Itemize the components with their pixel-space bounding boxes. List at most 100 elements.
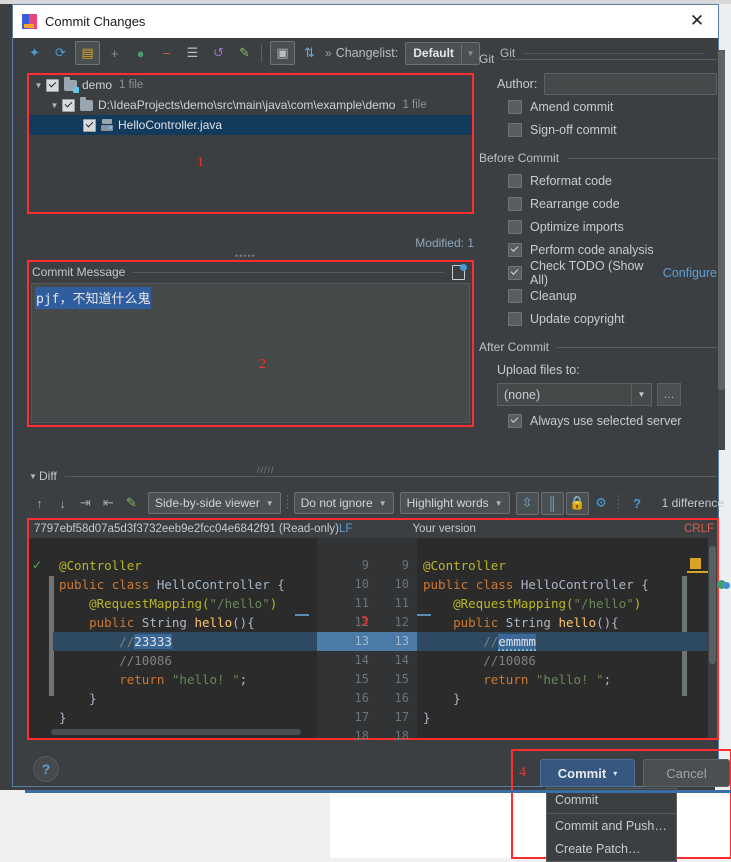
code-line: } [53,708,317,727]
update-copyright-checkbox[interactable] [508,311,522,326]
author-field[interactable] [544,72,717,95]
viewer-mode-combo[interactable]: Side-by-side viewer ▼ [148,492,281,514]
group-by-icon[interactable]: ☰ [181,42,204,64]
diff-left-pane[interactable]: ✓ @Controller public class HelloControlle… [29,538,317,738]
add-changelist-icon[interactable]: + [103,42,126,64]
menu-separator [547,813,676,814]
perform-analysis-checkbox[interactable] [508,242,522,257]
upload-server-combo[interactable]: (none) ▼ [497,383,652,406]
reformat-code-row[interactable]: Reformat code [479,169,717,192]
always-use-server-checkbox[interactable] [508,413,522,428]
after-commit-section-header: After Commit [479,340,717,354]
read-only-lock-icon[interactable]: 🔒 [565,491,589,515]
right-version-label: Your version [412,523,476,535]
changed-files-tree[interactable]: ▼ demo 1 file ▼ D:\IdeaProjects\demo\src… [27,73,474,214]
synchronize-scroll-icon[interactable]: ║ [540,491,564,515]
next-difference-icon[interactable]: ↓ [52,493,73,514]
right-line-separator[interactable]: CRLF [684,523,714,535]
cancel-button[interactable]: Cancel [643,759,730,787]
splitter-handle[interactable]: ••••• [235,251,275,261]
file-checkbox[interactable] [46,78,59,92]
options-scrollbar[interactable] [718,50,725,450]
previous-difference-icon[interactable]: ↑ [29,493,50,514]
help-icon[interactable]: ? [627,493,648,514]
configure-link[interactable]: Configure [663,266,717,280]
rollback-icon[interactable]: ⟳ [49,42,72,64]
code-token: public [89,615,142,630]
code-token: return [483,672,536,687]
code-token: String [505,615,559,630]
file-checkbox[interactable] [62,98,75,112]
expand-triangle-icon[interactable]: ▼ [49,101,60,110]
diff-right-pane[interactable]: @Controller public class HelloController … [417,538,717,738]
tree-row[interactable]: ▼ demo 1 file [29,75,472,95]
accept-left-icon[interactable]: ⇥ [75,493,96,514]
commit-history-icon[interactable] [452,264,467,280]
always-use-server-row[interactable]: Always use selected server [479,409,717,432]
code-line: return "hello! "; [417,670,717,689]
optimize-imports-label: Optimize imports [530,219,624,234]
close-icon[interactable]: ✕ [684,9,710,33]
toolbar-overflow-icon[interactable]: » [325,46,332,60]
amend-commit-row[interactable]: Amend commit [479,95,717,118]
signoff-commit-checkbox[interactable] [508,122,522,137]
tree-row[interactable]: HelloController.java [29,115,472,135]
cleanup-row[interactable]: Cleanup [479,284,717,307]
section-rule [567,157,717,159]
cleanup-checkbox[interactable] [508,288,522,303]
upload-files-row: Upload files to: [479,358,717,381]
help-button[interactable]: ? [33,756,59,782]
dialog-title: Commit Changes [45,14,146,29]
diff-toolbar: ↑ ↓ ⇥ ⇤ ✎ Side-by-side viewer ▼ Do not i… [27,490,727,516]
update-copyright-row[interactable]: Update copyright [479,307,717,330]
show-diff-icon[interactable]: ▤ [75,41,100,65]
highlight-mode-combo[interactable]: Highlight words ▼ [399,492,510,514]
reformat-code-checkbox[interactable] [508,173,522,188]
tree-row[interactable]: ▼ D:\IdeaProjects\demo\src\main\java\com… [29,95,472,115]
amend-commit-checkbox[interactable] [508,99,522,114]
edit-source-icon[interactable]: ✎ [121,493,142,514]
code-token: 23333 [134,634,172,649]
commit-dropdown-menu: Commit Commit and Push… Create Patch… [546,788,677,862]
expand-triangle-icon[interactable]: ▼ [33,81,44,90]
delete-changelist-icon[interactable]: − [155,42,178,64]
move-to-changelist-icon[interactable]: ● [129,42,152,64]
code-line: public String hello(){ [53,613,317,632]
upload-files-label: Upload files to: [497,362,580,377]
signoff-commit-row[interactable]: Sign-off commit [479,118,717,141]
check-todo-row[interactable]: Check TODO (Show All) Configure [479,259,717,287]
ignore-policy-combo[interactable]: Do not ignore ▼ [293,492,394,514]
left-horizontal-scrollbar[interactable] [51,729,301,735]
code-token: "/hello" [209,596,270,611]
right-line-number: 16 [394,691,409,705]
commit-message-input[interactable]: pjf，不知道什么鬼 [31,283,470,423]
rearrange-code-checkbox[interactable] [508,196,522,211]
gutter-row: 99 [317,556,417,575]
chevron-down-icon: ▼ [265,498,274,508]
collapse-triangle-icon[interactable]: ▼ [27,472,39,481]
optimize-imports-row[interactable]: Optimize imports [479,215,717,238]
menu-item-commit-and-push[interactable]: Commit and Push… [547,815,676,838]
diff-vertical-scrollbar[interactable] [708,538,717,738]
revert-icon[interactable]: ↺ [207,42,230,64]
collapse-unchanged-icon[interactable]: ⇳ [515,491,539,515]
expand-all-icon[interactable]: ⇅ [298,42,321,64]
edit-source-icon[interactable]: ✎ [233,42,256,64]
commit-button[interactable]: Commit ▾ [540,759,635,787]
browse-server-button[interactable]: … [657,383,681,406]
rearrange-code-row[interactable]: Rearrange code [479,192,717,215]
optimize-imports-checkbox[interactable] [508,219,522,234]
update-copyright-label: Update copyright [530,311,625,326]
preview-diff-icon[interactable]: ▣ [270,41,295,65]
changelist-combo[interactable]: Default ▼ [405,41,480,65]
tree-item-label: D:\IdeaProjects\demo\src\main\java\com\e… [98,98,396,112]
accept-right-icon[interactable]: ⇤ [98,493,119,514]
file-checkbox[interactable] [83,118,96,132]
check-todo-checkbox[interactable] [508,265,522,280]
settings-gear-icon[interactable]: ⚙ [591,493,612,514]
diff-section-header[interactable]: ▼ Diff ///// [27,465,717,483]
code-line: public String hello(){ [417,613,717,632]
refresh-changes-icon[interactable]: ✦ [23,42,46,64]
diff-splitter-handle[interactable]: ///// [257,465,275,475]
left-line-separator[interactable]: LF [339,523,352,535]
